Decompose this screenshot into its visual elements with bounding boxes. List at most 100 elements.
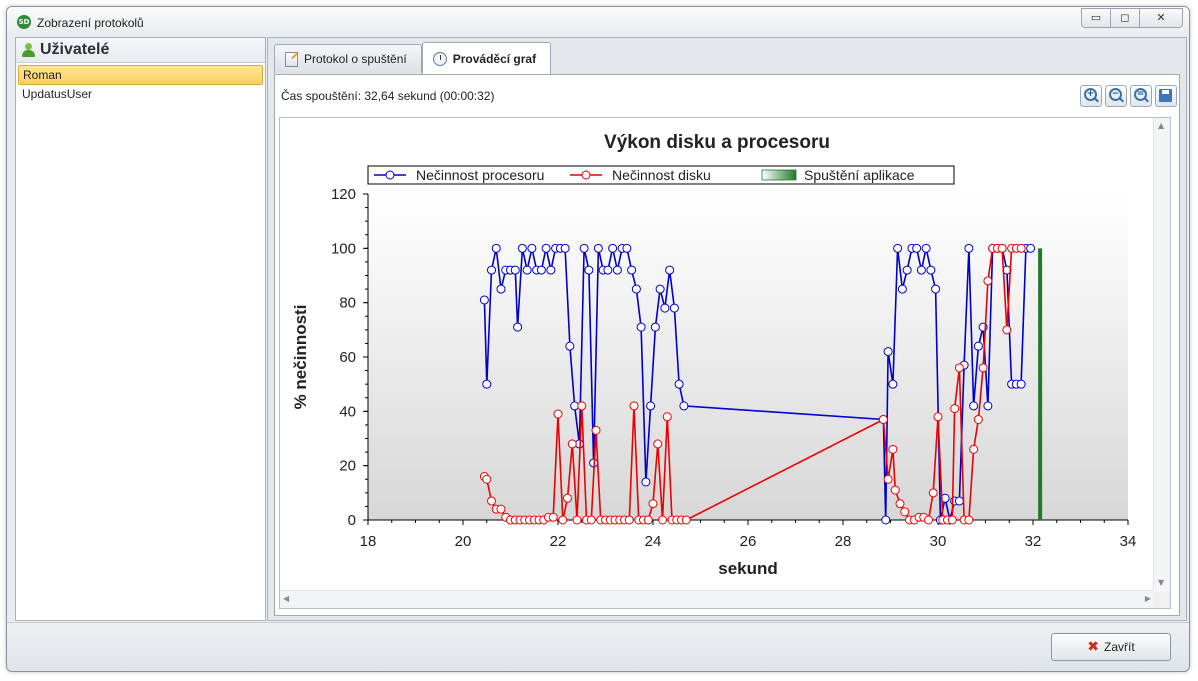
data-point [608, 243, 618, 253]
data-point [983, 401, 993, 411]
user-item-updatususer[interactable]: UpdatusUser [18, 85, 263, 103]
data-point [522, 265, 532, 275]
data-point [1016, 243, 1026, 253]
app-logo-icon: SD [17, 15, 31, 29]
legend-marker [581, 170, 591, 180]
data-point [496, 504, 506, 514]
data-point [527, 243, 537, 253]
data-point [517, 243, 527, 253]
tab-strip: Protokol o spuštění Prováděcí graf [274, 42, 552, 74]
data-point [883, 474, 893, 484]
x-tick-label: 34 [1120, 533, 1137, 550]
data-point [893, 243, 903, 253]
data-point [650, 322, 660, 332]
x-tick-label: 20 [455, 533, 472, 550]
data-point [641, 477, 651, 487]
data-point [947, 515, 957, 525]
data-point [646, 401, 656, 411]
data-point [978, 363, 988, 373]
data-point [983, 276, 993, 286]
save-chart-button[interactable] [1155, 85, 1177, 107]
x-tick-label: 32 [1025, 533, 1042, 550]
data-point [964, 243, 974, 253]
close-window-button[interactable]: ✕ [1139, 8, 1183, 28]
data-point [510, 265, 520, 275]
scroll-left-icon[interactable]: ◀ [283, 594, 289, 603]
user-item-roman[interactable]: Roman [18, 65, 263, 85]
data-point [491, 243, 501, 253]
zoom-in-button[interactable]: + [1080, 85, 1102, 107]
data-point [653, 439, 663, 449]
app-launch-marker [1038, 248, 1043, 521]
data-point [1026, 243, 1036, 253]
data-point [567, 439, 577, 449]
user-list: Roman UpdatusUser [16, 63, 265, 105]
data-point [546, 265, 556, 275]
zoom-reset-button[interactable]: = [1130, 85, 1152, 107]
data-point [648, 499, 658, 509]
tab-execution-graph-label: Prováděcí graf [452, 51, 537, 66]
data-point [969, 401, 979, 411]
data-point [921, 243, 931, 253]
data-point [482, 474, 492, 484]
data-point [513, 322, 523, 332]
scroll-down-icon[interactable]: ▼ [1158, 578, 1164, 587]
window-controls: ▭ ◻ ✕ [1081, 8, 1183, 28]
data-point [950, 404, 960, 414]
footer-bar: ✖ Zavřít [7, 622, 1189, 671]
tab-execution-graph[interactable]: Prováděcí graf [421, 42, 552, 74]
users-panel: Uživatelé Roman UpdatusUser [15, 37, 266, 621]
users-icon [22, 43, 36, 57]
data-point [603, 265, 613, 275]
window-title: Zobrazení protokolů [37, 16, 144, 30]
tab-run-log[interactable]: Protokol o spuštění [274, 44, 422, 73]
data-point [931, 284, 941, 294]
x-tick-label: 28 [835, 533, 852, 550]
data-point [881, 515, 891, 525]
data-point [883, 347, 893, 357]
data-point [536, 265, 546, 275]
minimize-button[interactable]: ▭ [1081, 8, 1111, 28]
users-panel-title: Uživatelé [40, 41, 110, 58]
y-tick-label: 100 [331, 240, 356, 257]
legend-swatch [761, 169, 797, 181]
performance-chart: Výkon disku a procesoru Nečinnost proces… [291, 132, 1137, 578]
app-window: SD Zobrazení protokolů ▭ ◻ ✕ Uživatelé R… [6, 6, 1190, 672]
chart-vertical-scrollbar[interactable]: ▲ ▼ [1153, 118, 1170, 590]
data-point [916, 265, 926, 275]
zoom-out-button[interactable]: − [1105, 85, 1127, 107]
maximize-button[interactable]: ◻ [1110, 8, 1140, 28]
data-point [973, 414, 983, 424]
data-point [563, 493, 572, 503]
scroll-right-icon[interactable]: ▶ [1145, 594, 1151, 603]
clock-icon [432, 51, 447, 66]
data-point [902, 265, 912, 275]
data-point [895, 499, 905, 509]
data-point [612, 265, 622, 275]
data-point [1016, 379, 1026, 389]
data-point [954, 496, 964, 506]
x-tick-label: 18 [360, 533, 377, 550]
data-point [622, 243, 632, 253]
data-point [548, 512, 558, 522]
data-point [997, 243, 1007, 253]
data-point [681, 515, 691, 525]
y-tick-label: 80 [339, 295, 356, 312]
close-button[interactable]: ✖ Zavřít [1051, 633, 1171, 661]
data-point [933, 412, 943, 422]
data-point [487, 265, 496, 275]
title-bar[interactable]: SD Zobrazení protokolů ▭ ◻ ✕ [7, 7, 1189, 37]
data-point [482, 379, 492, 389]
data-point [669, 303, 679, 313]
y-axis-label: % nečinnosti [291, 305, 310, 410]
data-point [496, 284, 506, 294]
chart-horizontal-scrollbar[interactable]: ◀ ▶ [280, 590, 1154, 608]
data-point [584, 265, 594, 275]
scroll-up-icon[interactable]: ▲ [1158, 121, 1164, 130]
save-icon [1159, 89, 1172, 102]
execution-graph-page: Čas spouštění: 32,64 sekund (00:00:32) +… [274, 74, 1180, 616]
data-point [593, 243, 603, 253]
data-point [679, 401, 689, 411]
data-point [479, 295, 489, 305]
chart-area: Výkon disku a procesoru Nečinnost proces… [279, 117, 1171, 609]
